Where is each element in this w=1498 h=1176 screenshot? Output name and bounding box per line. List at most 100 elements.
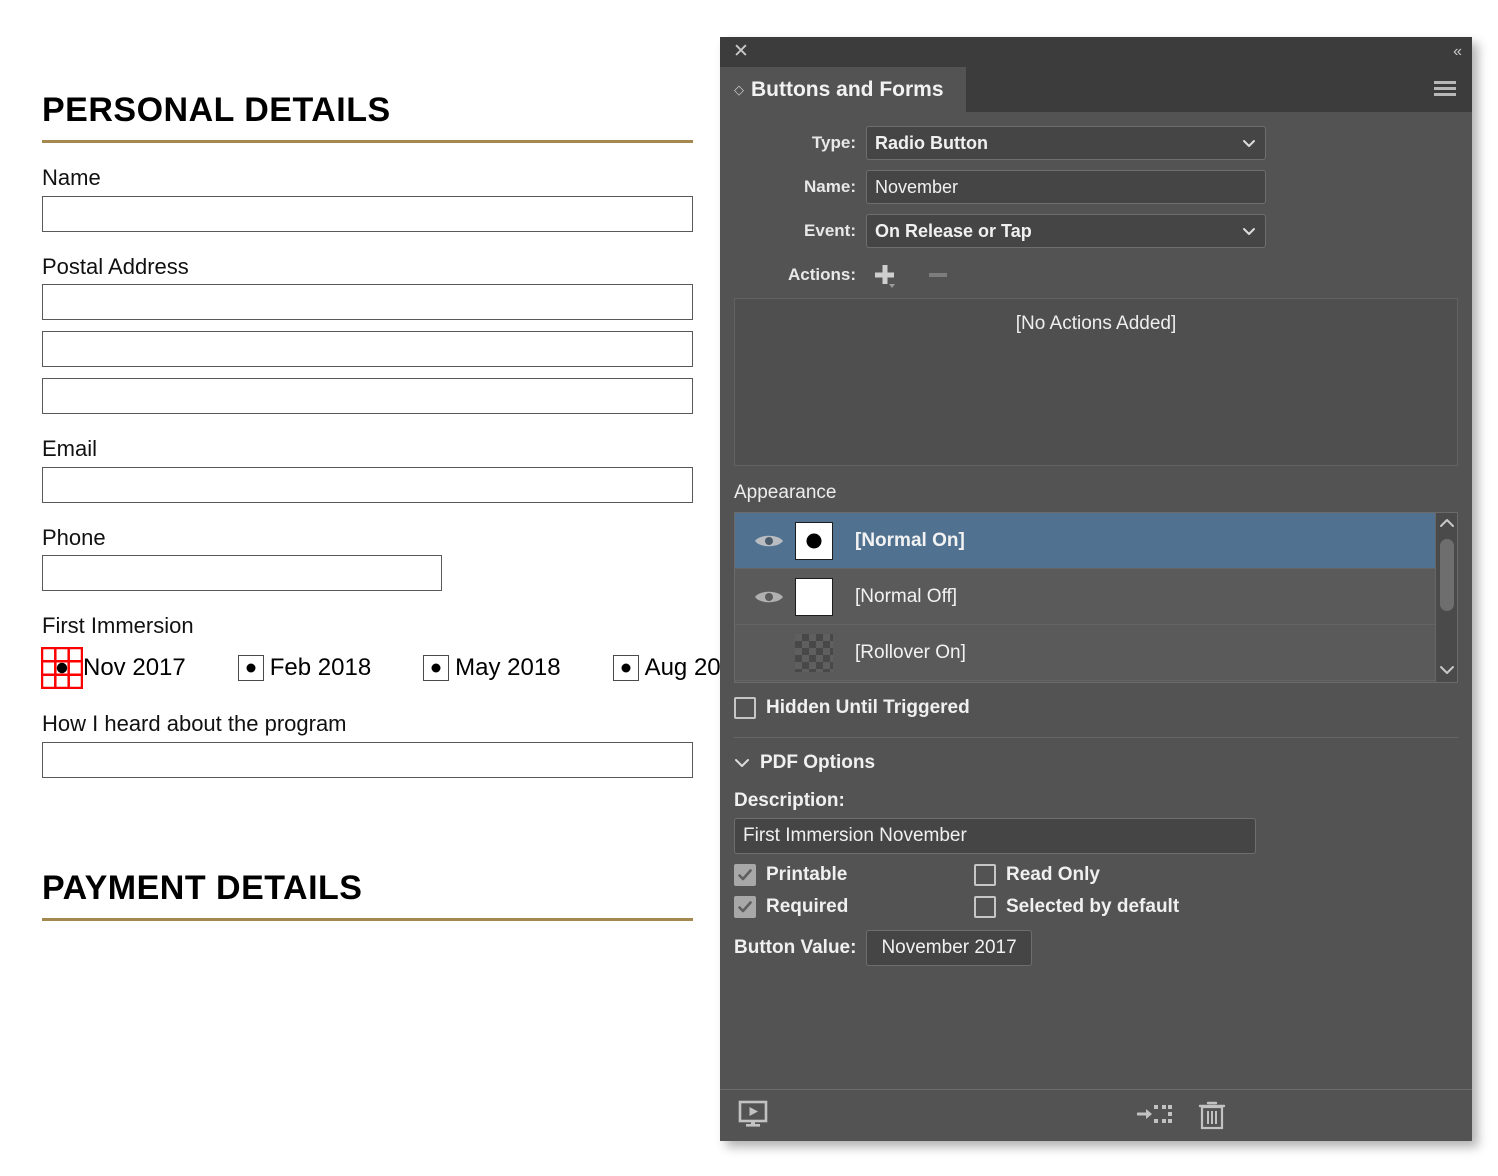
hamburger-line-2 <box>1434 87 1456 90</box>
read-only-label: Read Only <box>1006 864 1100 885</box>
radio-option-feb-2018[interactable]: Feb 2018 <box>237 654 372 682</box>
appearance-list[interactable]: [Normal On] [Normal Off] [Rollover On] <box>734 512 1458 683</box>
label-first-immersion: First Immersion <box>42 612 194 638</box>
actions-row: Actions: <box>720 262 1472 288</box>
page-title-personal-details: PERSONAL DETAILS <box>42 91 391 129</box>
actions-empty-text: [No Actions Added] <box>1015 313 1177 334</box>
page-title-payment-details: PAYMENT DETAILS <box>42 868 363 907</box>
remove-action-icon <box>926 263 950 287</box>
input-postal-address-line1[interactable] <box>42 284 693 321</box>
appearance-row-rollover-on[interactable]: [Rollover On] <box>735 625 1457 681</box>
eye-icon <box>755 591 783 602</box>
visibility-toggle-normal-off[interactable] <box>743 588 795 606</box>
chevron-up-icon <box>1439 519 1454 527</box>
chevron-down-icon <box>735 759 749 767</box>
panel-divider <box>734 737 1458 738</box>
actions-list[interactable]: [No Actions Added] <box>734 298 1458 466</box>
read-only-option[interactable]: Read Only <box>974 864 1100 886</box>
trash-icon[interactable] <box>1198 1100 1226 1135</box>
printable-label: Printable <box>766 864 848 885</box>
type-select[interactable]: Radio Button <box>866 126 1266 160</box>
appearance-row-normal-off[interactable]: [Normal Off] <box>735 569 1457 625</box>
input-postal-address-line3[interactable] <box>42 378 693 415</box>
name-input[interactable]: November <box>866 170 1266 204</box>
radio-label-feb-2018: Feb 2018 <box>269 654 372 682</box>
hidden-until-triggered-row[interactable]: Hidden Until Triggered <box>720 697 1472 719</box>
tab-buttons-and-forms[interactable]: ◇ Buttons and Forms <box>720 67 966 112</box>
visibility-toggle-normal-on[interactable] <box>743 532 795 550</box>
required-checkbox[interactable] <box>734 896 756 918</box>
button-value-label: Button Value: <box>734 937 857 958</box>
check-icon <box>738 901 752 913</box>
scroll-up-icon[interactable] <box>1436 513 1457 533</box>
read-only-checkbox[interactable] <box>974 864 996 886</box>
radio-option-nov-2017[interactable]: Nov 2017 <box>41 647 186 690</box>
chevron-down-icon <box>1243 228 1255 235</box>
trash-glyph <box>1198 1101 1226 1130</box>
input-phone[interactable] <box>42 554 442 591</box>
hamburger-line-3 <box>1434 93 1456 96</box>
chevron-down-icon <box>1243 140 1255 147</box>
chevron-down-icon <box>1439 666 1454 674</box>
hidden-until-triggered-checkbox[interactable] <box>734 697 756 719</box>
convert-to-button-glyph <box>1136 1105 1172 1123</box>
label-actions: Actions: <box>788 265 856 284</box>
appearance-swatch-rollover-on <box>795 633 833 672</box>
collapse-panel-icon[interactable]: « <box>1453 41 1462 63</box>
label-how-heard: How I heard about the program <box>42 711 347 737</box>
printable-option[interactable]: Printable <box>734 864 974 886</box>
label-name-field: Name: <box>804 177 856 196</box>
close-icon[interactable]: ✕ <box>730 41 752 63</box>
input-name[interactable] <box>42 195 693 232</box>
plus-glyph <box>875 265 895 288</box>
label-event: Event: <box>804 221 856 240</box>
buttons-and-forms-panel: ✕ « ◇ Buttons and Forms Type: Radio Butt… <box>720 37 1472 1141</box>
convert-to-button-icon[interactable] <box>1136 1100 1173 1133</box>
appearance-label-normal-off: [Normal Off] <box>855 585 958 607</box>
heading-rule-payment <box>42 918 693 922</box>
description-input[interactable]: First Immersion November <box>734 818 1256 854</box>
add-action-icon[interactable] <box>872 262 898 288</box>
preview-monitor-glyph <box>738 1100 768 1127</box>
label-postal-address: Postal Address <box>42 253 189 279</box>
input-how-heard[interactable] <box>42 741 693 778</box>
radio-button-feb-2018[interactable] <box>237 655 264 682</box>
scroll-down-icon[interactable] <box>1436 660 1457 680</box>
radio-group-first-immersion: Nov 2017 Feb 2018 May 2018 Aug 2018 <box>41 647 747 690</box>
label-type: Type: <box>811 133 856 152</box>
selected-by-default-option[interactable]: Selected by default <box>974 896 1179 918</box>
hidden-until-triggered-label: Hidden Until Triggered <box>766 697 970 718</box>
check-icon <box>738 869 752 881</box>
radio-button-may-2018[interactable] <box>423 655 450 682</box>
panel-tab-row: ◇ Buttons and Forms <box>720 67 1472 112</box>
radio-label-nov-2017: Nov 2017 <box>83 654 186 682</box>
appearance-label-normal-on: [Normal On] <box>855 529 965 551</box>
field-row-event: Event: On Release or Tap <box>720 214 1472 248</box>
button-value-input[interactable]: November 2017 <box>866 930 1032 966</box>
radio-button-aug-2018[interactable] <box>612 655 639 682</box>
radio-button-nov-2017-selected-frame[interactable] <box>41 647 83 690</box>
event-select[interactable]: On Release or Tap <box>866 214 1266 248</box>
tab-label: Buttons and Forms <box>751 77 944 101</box>
minus-glyph <box>929 273 947 277</box>
input-postal-address-line2[interactable] <box>42 331 693 368</box>
appearance-swatch-normal-off <box>795 577 833 616</box>
panel-body: Type: Radio Button Name: November Event:… <box>720 112 1472 1141</box>
selected-by-default-checkbox[interactable] <box>974 896 996 918</box>
scrollbar-thumb[interactable] <box>1440 539 1454 611</box>
printable-checkbox[interactable] <box>734 864 756 886</box>
appearance-row-normal-on[interactable]: [Normal On] <box>735 513 1457 569</box>
pdf-options-label: PDF Options <box>760 752 876 773</box>
button-value-input-value: November 2017 <box>881 937 1017 958</box>
appearance-swatch-normal-on <box>795 521 833 560</box>
input-email[interactable] <box>42 466 693 503</box>
appearance-scrollbar[interactable] <box>1435 513 1457 682</box>
description-input-value: First Immersion November <box>743 825 967 846</box>
preview-icon[interactable] <box>738 1100 768 1133</box>
radio-option-may-2018[interactable]: May 2018 <box>423 654 561 682</box>
pdf-check-row-2: Required Selected by default <box>734 896 1472 918</box>
type-select-value: Radio Button <box>875 132 988 153</box>
pdf-options-disclosure[interactable]: PDF Options <box>720 752 1472 774</box>
required-option[interactable]: Required <box>734 896 974 918</box>
panel-menu-icon[interactable] <box>1434 81 1456 97</box>
